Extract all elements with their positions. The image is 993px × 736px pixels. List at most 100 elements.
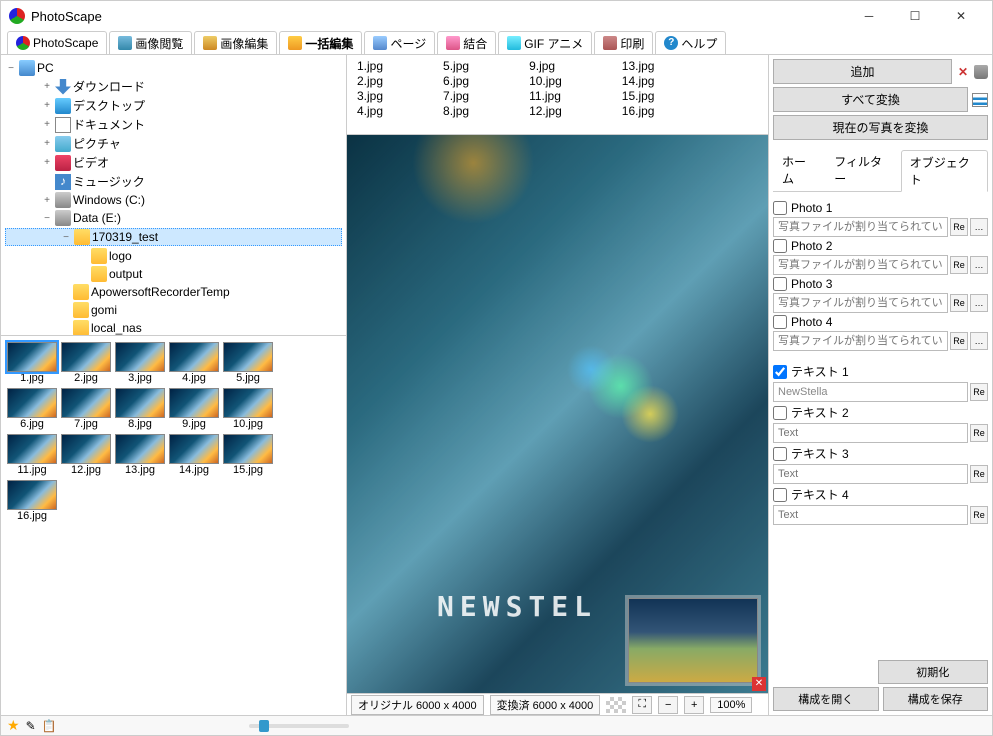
file-list-item[interactable]: 1.jpg bbox=[357, 59, 383, 73]
transparency-toggle[interactable] bbox=[606, 697, 626, 713]
maximize-button[interactable]: ☐ bbox=[892, 1, 938, 31]
expander-icon[interactable] bbox=[41, 176, 53, 188]
thumbnail-item[interactable]: 16.jpg bbox=[7, 480, 57, 522]
file-list-item[interactable]: 2.jpg bbox=[357, 74, 383, 88]
tree-item-1[interactable]: +デスクトップ bbox=[5, 97, 342, 114]
tab-8[interactable]: ?ヘルプ bbox=[655, 31, 726, 54]
expander-icon[interactable]: + bbox=[41, 100, 53, 112]
expander-icon[interactable]: + bbox=[41, 138, 53, 150]
photo-checkbox-2[interactable] bbox=[773, 277, 787, 291]
tree-item-13[interactable]: local_nas bbox=[5, 320, 342, 335]
thumbnail-item[interactable]: 3.jpg bbox=[115, 342, 165, 384]
tree-item-12[interactable]: gomi bbox=[5, 302, 342, 318]
tab-4[interactable]: ページ bbox=[364, 31, 435, 54]
text-input-3[interactable] bbox=[773, 505, 968, 525]
text-checkbox-1[interactable] bbox=[773, 406, 787, 420]
tab-2[interactable]: 画像編集 bbox=[194, 31, 277, 54]
expander-icon[interactable]: + bbox=[41, 81, 53, 93]
file-list-item[interactable]: 4.jpg bbox=[357, 104, 383, 118]
open-config-button[interactable]: 構成を開く bbox=[773, 687, 879, 711]
expander-icon[interactable] bbox=[59, 322, 71, 334]
file-list-item[interactable]: 5.jpg bbox=[443, 59, 469, 73]
file-list-item[interactable]: 9.jpg bbox=[529, 59, 562, 73]
reset-field-icon[interactable]: Re bbox=[950, 332, 968, 350]
reset-field-icon[interactable]: Re bbox=[950, 294, 968, 312]
expander-icon[interactable] bbox=[59, 286, 71, 298]
thumb-size-slider[interactable] bbox=[249, 724, 349, 728]
folder-tree[interactable]: −PC+ダウンロード+デスクトップ+ドキュメント+ピクチャ+ビデオ♪ミュージック… bbox=[1, 55, 346, 335]
thumbnail-item[interactable]: 11.jpg bbox=[7, 434, 57, 476]
photo-checkbox-1[interactable] bbox=[773, 239, 787, 253]
reset-field-icon[interactable]: Re bbox=[970, 424, 988, 442]
reset-field-icon[interactable]: Re bbox=[970, 383, 988, 401]
tab-5[interactable]: 結合 bbox=[437, 31, 496, 54]
tree-item-10[interactable]: output bbox=[5, 266, 342, 282]
thumbnail-item[interactable]: 12.jpg bbox=[61, 434, 111, 476]
photo-checkbox-3[interactable] bbox=[773, 315, 787, 329]
text-input-1[interactable] bbox=[773, 423, 968, 443]
thumbnail-item[interactable]: 15.jpg bbox=[223, 434, 273, 476]
reset-field-icon[interactable]: Re bbox=[950, 218, 968, 236]
tree-item-9[interactable]: logo bbox=[5, 248, 342, 264]
thumbnail-item[interactable]: 1.jpg bbox=[7, 342, 57, 384]
thumbnail-item[interactable]: 2.jpg bbox=[61, 342, 111, 384]
browse-icon[interactable]: … bbox=[970, 332, 988, 350]
zoom-out-button[interactable]: − bbox=[658, 696, 678, 714]
expander-icon[interactable] bbox=[59, 304, 71, 316]
tab-3[interactable]: 一括編集 bbox=[279, 31, 362, 54]
tree-root-pc[interactable]: −PC bbox=[5, 60, 342, 76]
expander-icon[interactable]: − bbox=[60, 231, 72, 243]
tree-item-0[interactable]: +ダウンロード bbox=[5, 78, 342, 95]
close-minimap-button[interactable]: ✕ bbox=[752, 677, 766, 691]
file-list-item[interactable]: 7.jpg bbox=[443, 89, 469, 103]
thumbnail-item[interactable]: 10.jpg bbox=[223, 388, 273, 430]
tree-item-7[interactable]: −Data (E:) bbox=[5, 210, 342, 226]
zoom-in-button[interactable]: + bbox=[684, 696, 704, 714]
expander-icon[interactable]: + bbox=[41, 194, 53, 206]
file-list-item[interactable]: 10.jpg bbox=[529, 74, 562, 88]
tab-6[interactable]: GIF アニメ bbox=[498, 31, 592, 54]
expander-icon[interactable] bbox=[77, 250, 89, 262]
browse-icon[interactable]: … bbox=[970, 294, 988, 312]
expander-icon[interactable] bbox=[77, 268, 89, 280]
list-icon[interactable] bbox=[972, 93, 988, 107]
thumbnail-item[interactable]: 7.jpg bbox=[61, 388, 111, 430]
convert-all-button[interactable]: すべて変換 bbox=[773, 87, 968, 112]
thumbnail-item[interactable]: 13.jpg bbox=[115, 434, 165, 476]
tree-item-6[interactable]: +Windows (C:) bbox=[5, 192, 342, 208]
tree-item-4[interactable]: +ビデオ bbox=[5, 154, 342, 171]
photo-input-3[interactable] bbox=[773, 331, 948, 351]
minimize-button[interactable]: ─ bbox=[846, 1, 892, 31]
thumbnail-item[interactable]: 9.jpg bbox=[169, 388, 219, 430]
reset-button[interactable]: 初期化 bbox=[878, 660, 989, 684]
browse-icon[interactable]: … bbox=[970, 218, 988, 236]
add-button[interactable]: 追加 bbox=[773, 59, 952, 84]
tab-1[interactable]: 画像閲覧 bbox=[109, 31, 192, 54]
fit-button[interactable]: ⛶ bbox=[632, 696, 652, 714]
image-preview[interactable]: NEWSTEL ✕ bbox=[347, 135, 768, 693]
text-input-0[interactable] bbox=[773, 382, 968, 402]
tab-7[interactable]: 印刷 bbox=[594, 31, 653, 54]
convert-current-button[interactable]: 現在の写真を変換 bbox=[773, 115, 988, 140]
reset-field-icon[interactable]: Re bbox=[970, 465, 988, 483]
tree-item-2[interactable]: +ドキュメント bbox=[5, 116, 342, 133]
right-tab-2[interactable]: オブジェクト bbox=[901, 150, 988, 192]
text-checkbox-0[interactable] bbox=[773, 365, 787, 379]
file-list[interactable]: 1.jpg2.jpg3.jpg4.jpg5.jpg6.jpg7.jpg8.jpg… bbox=[347, 55, 768, 135]
preview-minimap[interactable] bbox=[628, 598, 758, 683]
file-list-item[interactable]: 13.jpg bbox=[622, 59, 655, 73]
tool-icon-1[interactable]: ✎ bbox=[26, 719, 36, 733]
text-checkbox-3[interactable] bbox=[773, 488, 787, 502]
close-button[interactable]: ✕ bbox=[938, 1, 984, 31]
file-list-item[interactable]: 14.jpg bbox=[622, 74, 655, 88]
text-checkbox-2[interactable] bbox=[773, 447, 787, 461]
tree-item-3[interactable]: +ピクチャ bbox=[5, 135, 342, 152]
favorite-icon[interactable]: ★ bbox=[7, 717, 20, 734]
text-input-2[interactable] bbox=[773, 464, 968, 484]
file-list-item[interactable]: 8.jpg bbox=[443, 104, 469, 118]
browse-icon[interactable]: … bbox=[970, 256, 988, 274]
thumbnail-item[interactable]: 5.jpg bbox=[223, 342, 273, 384]
reset-field-icon[interactable]: Re bbox=[950, 256, 968, 274]
trash-icon[interactable] bbox=[974, 65, 988, 79]
tree-item-8[interactable]: −170319_test bbox=[5, 228, 342, 246]
